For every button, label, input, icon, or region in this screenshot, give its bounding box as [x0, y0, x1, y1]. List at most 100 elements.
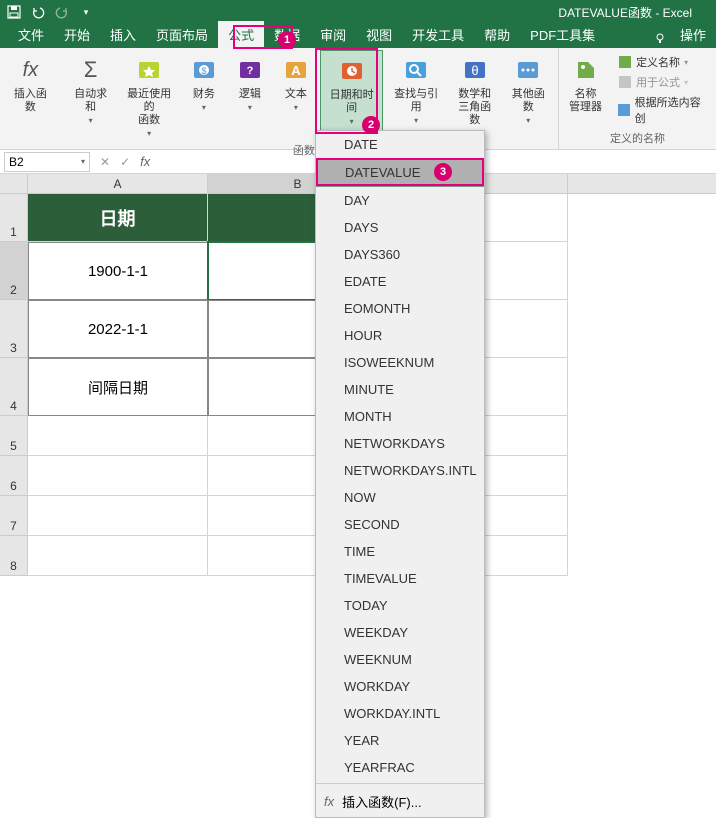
dd-item-date[interactable]: DATE: [316, 131, 484, 158]
cell-A7[interactable]: [28, 496, 208, 536]
cell-A6[interactable]: [28, 456, 208, 496]
dd-item-yearfrac[interactable]: YEARFRAC: [316, 754, 484, 781]
chevron-down-icon[interactable]: ▾: [81, 157, 85, 166]
tab-help[interactable]: 帮助: [474, 21, 520, 48]
dd-item-day[interactable]: DAY: [316, 187, 484, 214]
window-title: DATEVALUE函数 - Excel: [96, 4, 712, 21]
dd-item-eomonth[interactable]: EOMONTH: [316, 295, 484, 322]
dd-insert-function[interactable]: fx插入函数(F)...: [316, 786, 484, 817]
chevron-down-icon: ▾: [202, 103, 206, 112]
lookup-button[interactable]: 查找与引用 ▾: [385, 50, 447, 129]
chevron-down-icon: ▾: [526, 116, 530, 125]
tab-review[interactable]: 审阅: [310, 21, 356, 48]
logical-button[interactable]: ? 逻辑 ▾: [228, 50, 272, 116]
create-from-sel-button[interactable]: 根据所选内容创: [618, 94, 704, 126]
enter-icon[interactable]: ✓: [120, 155, 130, 169]
dd-item-days[interactable]: DAYS: [316, 214, 484, 241]
more-button[interactable]: 其他函数 ▾: [502, 50, 554, 129]
fx-icon[interactable]: fx: [140, 154, 150, 169]
lookup-label: 查找与引用: [391, 88, 441, 114]
col-header-A[interactable]: A: [28, 174, 208, 193]
recent-button[interactable]: 最近使用的 函数 ▾: [118, 50, 180, 142]
formula-bar: ✕ ✓ fx: [90, 154, 160, 169]
row-header-2[interactable]: 2: [0, 242, 28, 300]
dd-item-now[interactable]: NOW: [316, 484, 484, 511]
qat-customize-icon[interactable]: ▾: [76, 2, 96, 22]
dd-item-datevalue[interactable]: DATEVALUE: [316, 158, 484, 187]
tab-pagelayout[interactable]: 页面布局: [146, 21, 218, 48]
math-button[interactable]: θ 数学和 三角函数 ▾: [449, 50, 501, 142]
cell-A3[interactable]: 2022-1-1: [28, 300, 208, 358]
math-label: 数学和 三角函数: [455, 88, 495, 127]
row-header-5[interactable]: 5: [0, 416, 28, 456]
cell-A1[interactable]: 日期: [28, 194, 208, 242]
tab-pdf[interactable]: PDF工具集: [520, 21, 605, 48]
name-manager-button[interactable]: 名称 管理器: [563, 50, 608, 118]
cell-A8[interactable]: [28, 536, 208, 576]
dd-item-workday-intl[interactable]: WORKDAY.INTL: [316, 700, 484, 727]
tab-view[interactable]: 视图: [356, 21, 402, 48]
save-icon[interactable]: [4, 2, 24, 22]
tab-formulas[interactable]: 公式: [218, 21, 264, 48]
chevron-down-icon: ▾: [147, 129, 151, 138]
row-header-1[interactable]: 1: [0, 194, 28, 242]
theta-icon: θ: [459, 54, 491, 86]
dd-item-today[interactable]: TODAY: [316, 592, 484, 619]
cell-A4[interactable]: 间隔日期: [28, 358, 208, 416]
row-header-4[interactable]: 4: [0, 358, 28, 416]
dd-item-networkdays-intl[interactable]: NETWORKDAYS.INTL: [316, 457, 484, 484]
cell-A2[interactable]: 1900-1-1: [28, 242, 208, 300]
use-formula-button[interactable]: 用于公式 ▾: [618, 74, 704, 90]
row-header-8[interactable]: 8: [0, 536, 28, 576]
tell-me-icon[interactable]: [650, 28, 670, 48]
dd-item-month[interactable]: MONTH: [316, 403, 484, 430]
tab-developer[interactable]: 开发工具: [402, 21, 474, 48]
dd-item-weeknum[interactable]: WEEKNUM: [316, 646, 484, 673]
lookup-icon: [400, 54, 432, 86]
row-header-6[interactable]: 6: [0, 456, 28, 496]
cancel-icon[interactable]: ✕: [100, 155, 110, 169]
dd-item-days360[interactable]: DAYS360: [316, 241, 484, 268]
dd-item-minute[interactable]: MINUTE: [316, 376, 484, 403]
autosum-label: 自动求和: [71, 88, 111, 114]
callout-num-2: 2: [362, 116, 380, 134]
dd-item-edate[interactable]: EDATE: [316, 268, 484, 295]
svg-text:$: $: [201, 66, 206, 76]
dd-item-timevalue[interactable]: TIMEVALUE: [316, 565, 484, 592]
insert-function-button[interactable]: fx 插入函数: [4, 50, 57, 118]
dd-item-second[interactable]: SECOND: [316, 511, 484, 538]
ribbon-group-names: 名称 管理器 定义名称 ▾ 用于公式 ▾ 根据所选内容创 定义的名: [559, 48, 716, 149]
recent-label: 最近使用的 函数: [124, 88, 174, 127]
more-label: 其他函数: [508, 88, 548, 114]
select-all-corner[interactable]: [0, 174, 28, 193]
text-button[interactable]: A 文本 ▾: [274, 50, 318, 116]
callout-num-3: 3: [434, 163, 452, 181]
undo-icon[interactable]: [28, 2, 48, 22]
name-box-value: B2: [9, 155, 24, 169]
name-box[interactable]: B2 ▾: [4, 152, 90, 172]
tab-file[interactable]: 文件: [8, 21, 54, 48]
dd-item-weekday[interactable]: WEEKDAY: [316, 619, 484, 646]
tell-me[interactable]: 操作: [670, 21, 716, 48]
tag-icon: [570, 54, 602, 86]
dd-item-workday[interactable]: WORKDAY: [316, 673, 484, 700]
financial-button[interactable]: $ 财务 ▾: [182, 50, 226, 116]
dd-item-networkdays[interactable]: NETWORKDAYS: [316, 430, 484, 457]
define-name-button[interactable]: 定义名称 ▾: [618, 54, 704, 70]
text-label: 文本: [285, 88, 307, 101]
tab-home[interactable]: 开始: [54, 21, 100, 48]
ribbon-group-insertfn: fx 插入函数: [0, 48, 61, 149]
dd-item-hour[interactable]: HOUR: [316, 322, 484, 349]
redo-icon[interactable]: [52, 2, 72, 22]
dd-item-isoweeknum[interactable]: ISOWEEKNUM: [316, 349, 484, 376]
autosum-button[interactable]: Σ 自动求和 ▾: [65, 50, 117, 129]
callout-num-1: 1: [278, 31, 296, 49]
more-icon: [512, 54, 544, 86]
row-header-3[interactable]: 3: [0, 300, 28, 358]
svg-text:θ: θ: [471, 63, 478, 78]
tab-insert[interactable]: 插入: [100, 21, 146, 48]
dd-item-time[interactable]: TIME: [316, 538, 484, 565]
group-label-names: 定义的名称: [610, 130, 665, 148]
row-header-7[interactable]: 7: [0, 496, 28, 536]
cell-A5[interactable]: [28, 416, 208, 456]
